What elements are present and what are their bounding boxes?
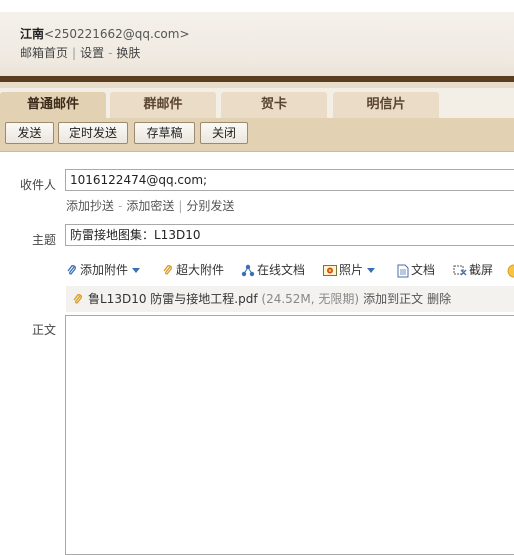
compose-toolbar: 发送 定时发送 存草稿 关闭 (0, 118, 514, 152)
add-cc-link[interactable]: 添加抄送 (66, 199, 114, 213)
scissors-icon (453, 265, 467, 276)
close-button[interactable]: 关闭 (200, 122, 248, 144)
send-button[interactable]: 发送 (5, 122, 54, 144)
separator: | (72, 46, 77, 60)
mail-header: 江南<250221662@qq.com> 邮箱首页 | 设置 - 换肤 (0, 0, 514, 88)
attached-file-meta: (24.52M, 无限期) (261, 292, 360, 306)
photo-icon (323, 265, 337, 276)
header-links: 邮箱首页 | 设置 - 换肤 (20, 44, 140, 61)
body-label: 正文 (31, 323, 56, 337)
save-draft-button[interactable]: 存草稿 (134, 122, 195, 144)
large-attachment-button[interactable]: 超大附件 (162, 260, 224, 280)
attached-file-name: 鲁L13D10 防雷与接地工程.pdf (88, 292, 258, 306)
tab-greeting-card[interactable]: 贺卡 (221, 92, 327, 118)
paperclip-icon (67, 265, 76, 275)
chevron-down-icon[interactable] (367, 268, 376, 273)
tab-normal-mail[interactable]: 普通邮件 (0, 92, 106, 118)
recipient-input[interactable]: 1016122474@qq.com; (65, 169, 514, 191)
user-name: 江南 (20, 27, 45, 41)
add-attachment-button[interactable]: 添加附件 (66, 260, 141, 280)
add-bcc-link[interactable]: 添加密送 (126, 199, 174, 213)
body-editor[interactable] (65, 315, 514, 555)
scheduled-send-button[interactable]: 定时发送 (58, 122, 128, 144)
add-to-body-link[interactable]: 添加到正文 (363, 292, 423, 306)
document-button[interactable]: 文档 (397, 260, 435, 280)
settings-link[interactable]: 设置 (80, 46, 104, 60)
subject-label: 主题 (31, 233, 56, 247)
tab-postcard[interactable]: 明信片 (333, 92, 439, 118)
online-doc-button[interactable]: 在线文档 (241, 260, 305, 280)
separate-send-link[interactable]: 分别发送 (186, 199, 234, 213)
screenshot-button[interactable]: 截屏 (453, 260, 493, 280)
photo-button[interactable]: 照片 (323, 260, 376, 280)
emoji-icon[interactable] (507, 260, 514, 280)
delete-attachment-link[interactable]: 删除 (427, 292, 451, 306)
user-identity: 江南<250221662@qq.com> (20, 25, 190, 42)
chevron-down-icon[interactable] (132, 268, 141, 273)
separator: - (108, 46, 113, 60)
recipient-options: 添加抄送 - 添加密送 | 分别发送 (66, 199, 235, 213)
paperclip-icon (163, 265, 172, 275)
change-skin-link[interactable]: 换肤 (116, 46, 140, 60)
compose-form: 收件人 1016122474@qq.com; 添加抄送 - 添加密送 | 分别发送 主题… (0, 152, 514, 555)
subject-input[interactable]: 防雷接地图集：L13D10 (65, 224, 514, 246)
user-email: <250221662@qq.com> (44, 27, 190, 41)
share-nodes-icon (241, 264, 255, 277)
tab-group-mail[interactable]: 群邮件 (110, 92, 216, 118)
document-icon (397, 264, 409, 277)
recipient-label: 收件人 (19, 178, 56, 192)
mailbox-home-link[interactable]: 邮箱首页 (20, 46, 68, 60)
paperclip-icon (73, 294, 82, 304)
attached-file-row: 鲁L13D10 防雷与接地工程.pdf (24.52M, 无限期) 添加到正文 删除 (66, 286, 514, 312)
